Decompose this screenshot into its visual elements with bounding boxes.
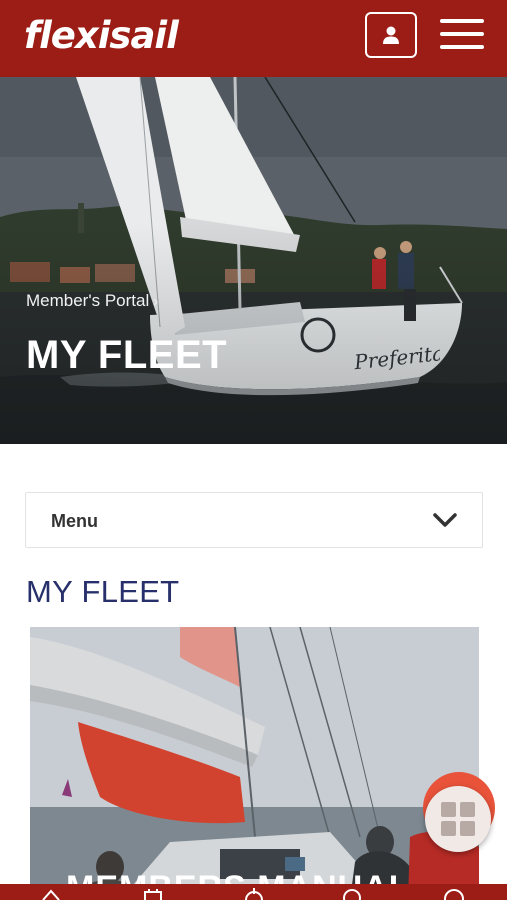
hero-title: MY FLEET	[26, 333, 228, 377]
app-header: flexisail	[0, 0, 507, 77]
hero-overlay	[0, 77, 507, 444]
wheel-icon[interactable]	[243, 886, 265, 900]
grid-icon	[441, 802, 475, 836]
menu-dropdown[interactable]: Menu	[25, 492, 483, 548]
breadcrumb-chevron-icon: ›	[153, 293, 159, 310]
sailing-crew-photo	[30, 627, 479, 900]
section-title: MY FLEET	[26, 574, 180, 609]
hamburger-icon-line	[440, 32, 484, 36]
breadcrumb-link[interactable]: Member's Portal	[26, 291, 149, 310]
hamburger-menu-button[interactable]	[440, 16, 484, 52]
flexisail-logo[interactable]: flexisail	[24, 12, 179, 60]
home-icon[interactable]	[40, 886, 62, 900]
hamburger-icon-line	[440, 45, 484, 49]
hero-banner: Member's Portal › MY FLEET Preferita	[0, 77, 507, 444]
location-icon[interactable]	[341, 886, 363, 900]
menu-dropdown-label: Menu	[51, 511, 98, 531]
bottom-nav	[0, 884, 507, 900]
info-icon[interactable]	[443, 886, 465, 900]
quick-actions-button[interactable]	[425, 786, 491, 852]
calendar-icon[interactable]	[142, 886, 164, 900]
svg-text:Preferita: Preferita	[352, 341, 440, 374]
chevron-down-icon	[433, 513, 457, 527]
boat-name-text: Preferita	[352, 341, 440, 374]
profile-button[interactable]	[365, 12, 417, 58]
members-manual-card[interactable]: MEMBERS MANUAL	[30, 627, 479, 900]
user-icon	[383, 26, 399, 44]
breadcrumb[interactable]: Member's Portal ›	[26, 291, 158, 312]
hamburger-icon-line	[440, 19, 484, 23]
